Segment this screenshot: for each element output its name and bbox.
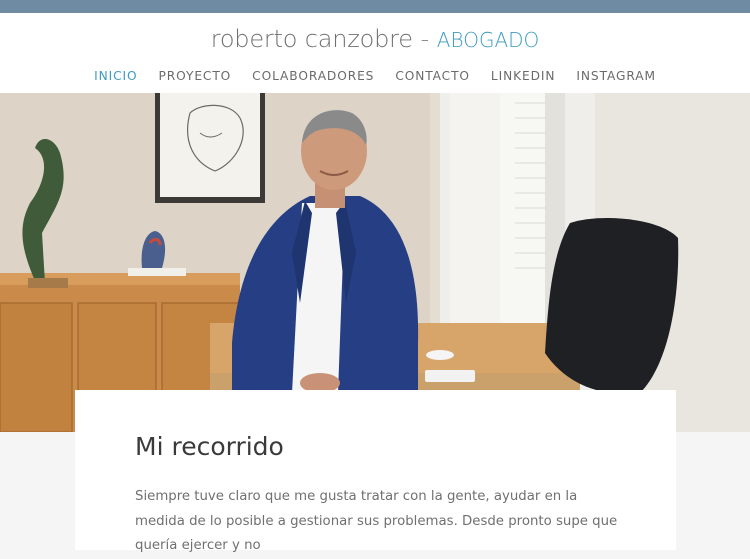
nav-item-linkedin[interactable]: LINKEDIN: [491, 69, 556, 83]
nav-item-proyecto[interactable]: PROYECTO: [159, 69, 232, 83]
site-title[interactable]: roberto canzobre - ABOGADO: [0, 24, 750, 55]
nav-item-instagram[interactable]: INSTAGRAM: [576, 69, 655, 83]
site-header: roberto canzobre - ABOGADO INICIO PROYEC…: [0, 13, 750, 93]
title-separator: -: [420, 25, 430, 53]
site-role: ABOGADO: [436, 28, 540, 52]
hero-image: [0, 93, 750, 432]
section-title: Mi recorrido: [135, 432, 284, 461]
content-card: Mi recorrido Siempre tuve claro que me g…: [75, 390, 676, 553]
site-name: roberto canzobre: [210, 25, 413, 53]
top-color-strip: [0, 0, 750, 13]
main-nav: INICIO PROYECTO COLABORADORES CONTACTO L…: [0, 69, 750, 83]
section-paragraph: Siempre tuve claro que me gusta tratar c…: [135, 489, 618, 553]
nav-item-contacto[interactable]: CONTACTO: [395, 69, 470, 83]
nav-item-colaboradores[interactable]: COLABORADORES: [252, 69, 374, 83]
nav-item-inicio[interactable]: INICIO: [94, 69, 137, 83]
hero-photo-illustration: [0, 93, 750, 432]
